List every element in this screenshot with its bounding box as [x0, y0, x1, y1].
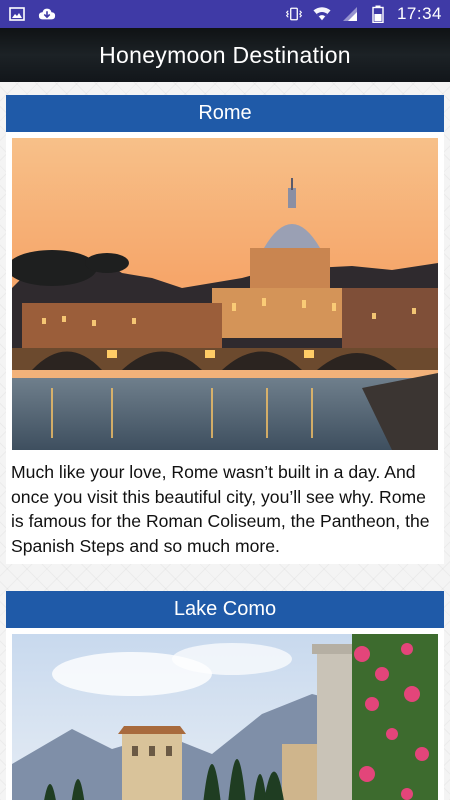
cloud-download-icon [38, 5, 56, 23]
destination-description: Much like your love, Rome wasn’t built i… [11, 462, 430, 556]
destination-title: Rome [198, 102, 252, 124]
destination-header-rome[interactable]: Rome [6, 95, 444, 132]
destination-card-rome[interactable]: Rome Much like your love, Rome wasn’t bu… [6, 95, 444, 564]
page-title: Honeymoon Destination [99, 41, 351, 68]
signal-icon [341, 5, 359, 23]
destination-header-lake-como[interactable]: Lake Como [6, 591, 444, 628]
destination-card-lake-como[interactable]: Lake Como [6, 591, 444, 800]
lake-como-villa-photo [12, 634, 438, 800]
rome-vatican-sunset-photo [12, 138, 438, 450]
vibrate-icon [285, 5, 303, 23]
status-time: 17:34 [396, 4, 442, 23]
battery-icon [369, 5, 387, 23]
destination-list[interactable]: Rome Much like your love, Rome wasn’t bu… [0, 82, 450, 800]
status-bar: 17:34 [0, 0, 450, 28]
image-icon [8, 5, 26, 23]
app-bar: Honeymoon Destination [0, 28, 450, 82]
wifi-icon [313, 5, 331, 23]
destination-title: Lake Como [173, 598, 277, 620]
